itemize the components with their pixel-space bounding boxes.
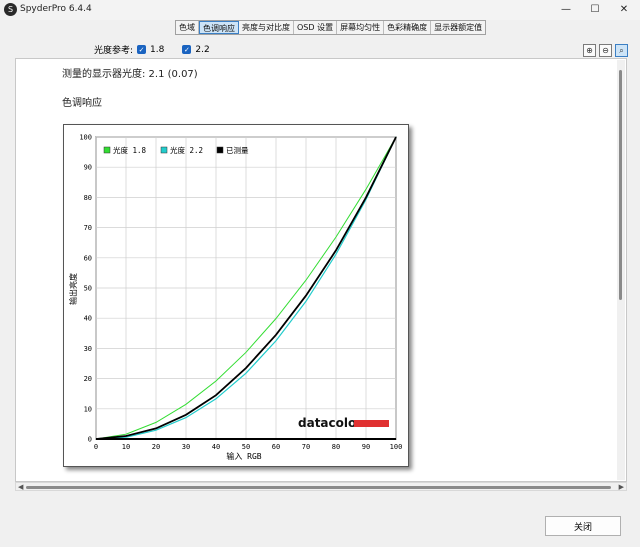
zoom-fit-icon[interactable]: ⌕ (615, 44, 628, 57)
tone-response-chart: 0 10 20 30 40 50 60 70 80 90 100 0 10 20 30 40 50 60 70 80 9… (68, 134, 403, 462)
y-tick-label: 70 (84, 224, 92, 232)
datacolor-logo-text: datacolor (298, 416, 362, 430)
x-tick-label: 80 (332, 443, 340, 451)
gamma-reference-row: 光度参考: ✓ 1.8 ✓ 2.2 (94, 43, 210, 57)
y-tick-label: 50 (84, 285, 92, 293)
gamma-1-8-label: 1.8 (150, 44, 165, 55)
zoom-controls: ⊕ ⊖ ⌕ (583, 44, 628, 57)
maximize-button[interactable]: ☐ (581, 1, 609, 17)
legend-swatch (216, 146, 224, 154)
y-tick-label: 90 (84, 164, 92, 172)
x-tick-label: 20 (152, 443, 160, 451)
zoom-in-icon[interactable]: ⊕ (583, 44, 596, 57)
y-tick-label: 0 (88, 436, 92, 444)
gamma-1-8-checkbox[interactable]: ✓ (137, 45, 147, 54)
y-tick-label: 20 (84, 375, 92, 383)
gamma-reference-label: 光度参考: (94, 46, 134, 56)
section-title: 色调响应 (62, 98, 102, 109)
report-content: 测量的显示器光度: 2.1 (0.07) 色调响应 0 10 20 30 40 50 60 7… (15, 58, 627, 482)
legend-label: 光度 1.8 (113, 145, 147, 155)
window-title: SpyderPro 6.4.4 (20, 4, 92, 14)
title-bar: S SpyderPro 6.4.4 — ☐ ✕ (0, 0, 640, 20)
gamma-2-2-checkbox[interactable]: ✓ (182, 45, 192, 54)
x-tick-label: 90 (362, 443, 370, 451)
spyder-app-icon: S (4, 3, 17, 16)
vertical-scrollbar[interactable] (617, 60, 625, 480)
x-tick-label: 60 (272, 443, 280, 451)
tab-brightness-contrast[interactable]: 亮度与对比度 (239, 21, 294, 34)
legend-swatch (160, 146, 168, 154)
gamma-2-2-label: 2.2 (195, 44, 210, 55)
zoom-out-icon[interactable]: ⊖ (599, 44, 612, 57)
y-tick-label: 80 (84, 194, 92, 202)
datacolor-logo-bar (354, 420, 389, 427)
close-report-button[interactable]: 关闭 (545, 516, 621, 536)
x-tick-label: 40 (212, 443, 220, 451)
y-tick-label: 100 (79, 134, 92, 142)
y-tick-label: 10 (84, 405, 92, 413)
legend-label: 已测量 (226, 146, 249, 155)
y-tick-label: 60 (84, 254, 92, 262)
legend-swatch (103, 146, 111, 154)
x-tick-label: 10 (122, 443, 130, 451)
measured-gamma-text: 测量的显示器光度: 2.1 (0.07) (62, 69, 198, 80)
tab-color-accuracy[interactable]: 色彩精确度 (384, 21, 432, 34)
scroll-right-icon[interactable]: ▶ (619, 483, 624, 491)
y-tick-label: 40 (84, 315, 92, 323)
x-tick-label: 0 (94, 443, 98, 451)
tab-screen-uniformity[interactable]: 屏幕均匀性 (337, 21, 385, 34)
tone-response-chart-frame: 0 10 20 30 40 50 60 70 80 90 100 0 10 20 30 40 50 60 70 80 9… (63, 124, 409, 467)
horizontal-scrollbar[interactable]: ◀ ▶ (15, 482, 627, 491)
scroll-left-icon[interactable]: ◀ (18, 483, 23, 491)
close-button[interactable]: ✕ (610, 1, 638, 17)
tab-gamut[interactable]: 色域 (176, 21, 199, 34)
y-tick-label: 30 (84, 345, 92, 353)
x-axis-label: 输入 RGB (226, 451, 261, 461)
report-tabs: 色域 色调响应 亮度与对比度 OSD 设置 屏幕均匀性 色彩精确度 显示器额定值 (175, 20, 487, 35)
tab-display-rating[interactable]: 显示器额定值 (431, 21, 485, 34)
x-tick-label: 100 (390, 443, 403, 451)
minimize-button[interactable]: — (552, 1, 580, 17)
horizontal-scroll-thumb[interactable] (26, 486, 611, 489)
x-tick-label: 30 (182, 443, 190, 451)
x-tick-label: 70 (302, 443, 310, 451)
y-axis-label: 输出亮度 (68, 273, 78, 305)
tab-osd-settings[interactable]: OSD 设置 (294, 21, 338, 34)
x-tick-label: 50 (242, 443, 250, 451)
tab-tone-response[interactable]: 色调响应 (199, 21, 239, 34)
vertical-scroll-thumb[interactable] (619, 70, 622, 300)
legend-label: 光度 2.2 (170, 145, 203, 155)
